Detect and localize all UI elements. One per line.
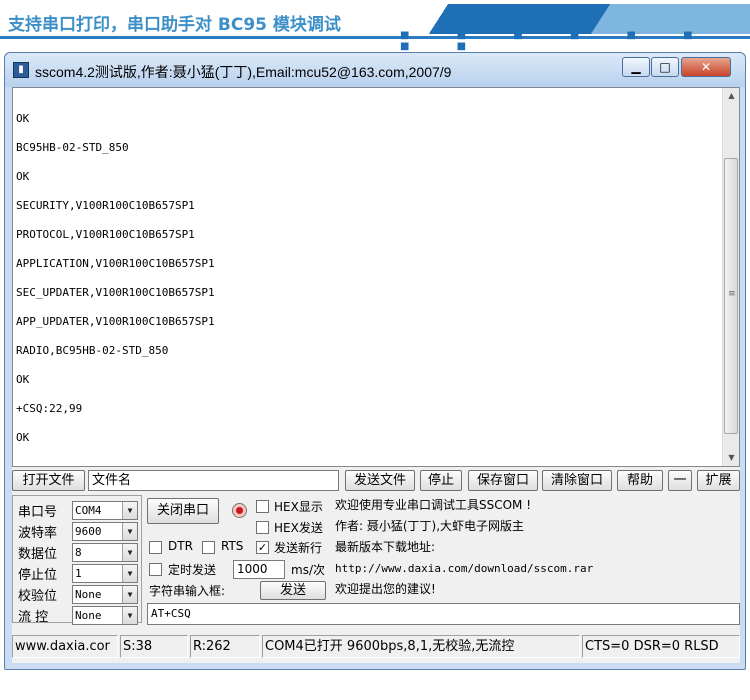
help-button[interactable]: 帮助 <box>617 470 663 491</box>
maximize-button[interactable]: □ <box>651 57 679 77</box>
app-icon[interactable]: ▮ <box>13 62 29 78</box>
clear-window-button[interactable]: 清除窗口 <box>542 470 612 491</box>
receive-line: OK <box>16 373 30 386</box>
status-bar: www.daxia.cor S:38 R:262 COM4已打开 9600bps… <box>12 635 740 659</box>
port-status-icon <box>232 503 247 518</box>
title-bar[interactable]: ▮ sscom4.2测试版,作者:聂小猛(丁丁),Email:mcu52@163… <box>5 53 745 87</box>
chevron-down-icon[interactable]: ▼ <box>122 544 137 561</box>
receive-line: APP_UPDATER,V100R100C10B657SP1 <box>16 315 215 328</box>
receive-line: OK <box>16 112 30 125</box>
save-window-button[interactable]: 保存窗口 <box>468 470 538 491</box>
info-line: 最新版本下载地址: <box>335 540 436 554</box>
input-label: 字符串输入框: <box>149 584 226 598</box>
info-line: 作者: 聂小猛(丁丁),大虾电子网版主 <box>335 519 525 533</box>
flow-value: None <box>75 609 102 622</box>
status-site: www.daxia.cor <box>12 635 118 658</box>
receive-lines: OK BC95HB-02-STD_850 OK SECURITY,V100R10… <box>16 104 215 452</box>
receive-line: +CSQ:22,99 <box>16 402 83 415</box>
hex-send-label: HEX发送 <box>274 521 323 535</box>
hex-display-label: HEX显示 <box>274 500 323 514</box>
dtr-label: DTR <box>168 539 193 553</box>
send-button[interactable]: 发送 <box>260 581 326 600</box>
chevron-down-icon[interactable]: ▼ <box>122 607 137 624</box>
stopbits-select[interactable]: 1 ▼ <box>72 564 138 583</box>
timed-send-checkbox[interactable] <box>149 563 162 576</box>
banner-title: 支持串口打印，串口助手对 BC95 模块调试 <box>8 15 341 35</box>
close-button[interactable]: ✕ <box>681 57 731 77</box>
send-newline-checkbox[interactable]: ✓ <box>256 541 269 554</box>
chevron-down-icon[interactable]: ▼ <box>122 586 137 603</box>
info-panel: 欢迎使用专业串口调试工具SSCOM ! 作者: 聂小猛(丁丁),大虾电子网版主 … <box>335 495 740 601</box>
window-title: sscom4.2测试版,作者:聂小猛(丁丁),Email:mcu52@163.c… <box>35 64 452 80</box>
chevron-down-icon[interactable]: ▼ <box>122 523 137 540</box>
stopbits-label: 停止位 <box>18 568 58 583</box>
hex-display-checkbox[interactable] <box>256 500 269 513</box>
databits-select[interactable]: 8 ▼ <box>72 543 138 562</box>
receive-line: APPLICATION,V100R100C10B657SP1 <box>16 257 215 270</box>
rts-checkbox[interactable] <box>202 541 215 554</box>
dash-button[interactable]: 一 <box>668 470 692 491</box>
baud-select[interactable]: 9600 ▼ <box>72 522 138 541</box>
download-link[interactable]: http://www.daxia.com/download/sscom.rar <box>335 558 740 579</box>
scroll-thumb[interactable]: ≡ <box>724 158 738 434</box>
stopbits-value: 1 <box>75 567 82 580</box>
minimize-button[interactable]: ▁ <box>622 57 650 77</box>
rts-label: RTS <box>221 539 244 553</box>
info-line: 欢迎使用专业串口调试工具SSCOM ! <box>335 498 532 512</box>
databits-label: 数据位 <box>18 547 58 562</box>
stop-button[interactable]: 停止 <box>420 470 462 491</box>
chevron-down-icon[interactable]: ▼ <box>122 502 137 519</box>
flow-label: 流 控 <box>18 610 49 625</box>
vertical-scrollbar[interactable]: ▲ ≡ ▼ <box>722 88 739 466</box>
baud-label: 波特率 <box>18 526 58 541</box>
grip-icon: ≡ <box>728 289 736 299</box>
databits-value: 8 <box>75 546 82 559</box>
interval-input[interactable]: 1000 <box>233 560 285 579</box>
close-port-button[interactable]: 关闭串口 <box>147 498 219 524</box>
status-port-info: COM4已打开 9600bps,8,1,无校验,无流控 <box>262 635 580 658</box>
baud-value: 9600 <box>75 525 102 538</box>
send-text-input[interactable]: AT+CSQ <box>147 603 740 625</box>
expand-button[interactable]: 扩展 <box>697 470 740 491</box>
client-area: OK BC95HB-02-STD_850 OK SECURITY,V100R10… <box>12 87 740 663</box>
status-signals: CTS=0 DSR=0 RLSD <box>582 635 740 658</box>
banner: ■ ■ ■ ■ ■ ■ ■ ■ 支持串口打印，串口助手对 BC95 模块调试 <box>0 0 750 52</box>
receive-line: BC95HB-02-STD_850 <box>16 141 129 154</box>
banner-dots: ■ ■ ■ ■ ■ ■ ■ ■ <box>400 30 715 52</box>
parity-select[interactable]: None ▼ <box>72 585 138 604</box>
status-sent-count: S:38 <box>120 635 188 658</box>
open-file-button[interactable]: 打开文件 <box>12 470 85 491</box>
scroll-up-icon[interactable]: ▲ <box>724 88 739 104</box>
filename-field[interactable]: 文件名 <box>88 470 339 491</box>
receive-line: RADIO,BC95HB-02-STD_850 <box>16 344 169 357</box>
receive-line: OK <box>16 170 30 183</box>
dtr-checkbox[interactable] <box>149 541 162 554</box>
port-label: 串口号 <box>18 505 58 520</box>
receive-line: OK <box>16 431 30 444</box>
sscom-window: ▮ sscom4.2测试版,作者:聂小猛(丁丁),Email:mcu52@163… <box>4 52 746 670</box>
status-received-count: R:262 <box>190 635 260 658</box>
interval-unit: ms/次 <box>291 563 325 577</box>
port-settings-group: 串口号 COM4 ▼ 波特率 9600 ▼ 数据位 8 ▼ 停止位 1 ▼ 校验位 No… <box>12 495 142 625</box>
flow-select[interactable]: None ▼ <box>72 606 138 625</box>
chevron-down-icon[interactable]: ▼ <box>122 565 137 582</box>
parity-label: 校验位 <box>18 589 58 604</box>
hex-send-checkbox[interactable] <box>256 521 269 534</box>
info-line: 欢迎提出您的建议! <box>335 582 436 596</box>
scroll-down-icon[interactable]: ▼ <box>724 450 739 466</box>
receive-line: PROTOCOL,V100R100C10B657SP1 <box>16 228 195 241</box>
timed-send-label: 定时发送 <box>168 563 217 577</box>
parity-value: None <box>75 588 102 601</box>
send-file-button[interactable]: 发送文件 <box>345 470 415 491</box>
receive-line: SECURITY,V100R100C10B657SP1 <box>16 199 195 212</box>
send-newline-label: 发送新行 <box>274 541 323 555</box>
port-value: COM4 <box>75 504 102 517</box>
receive-line: SEC_UPDATER,V100R100C10B657SP1 <box>16 286 215 299</box>
port-select[interactable]: COM4 ▼ <box>72 501 138 520</box>
receive-area[interactable]: OK BC95HB-02-STD_850 OK SECURITY,V100R10… <box>12 87 740 467</box>
